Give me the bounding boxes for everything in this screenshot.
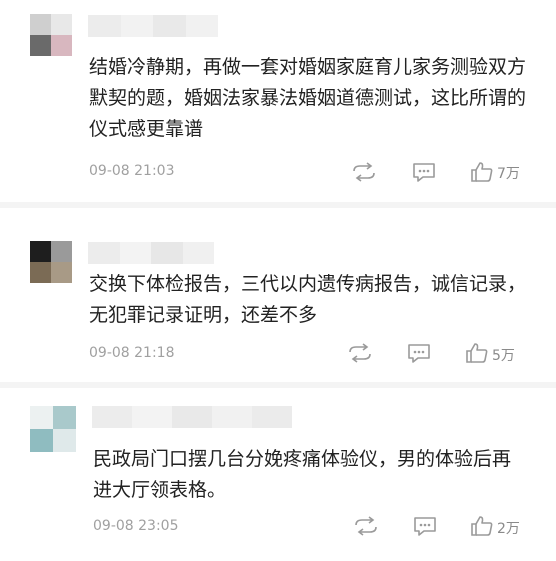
comment-item: 结婚冷静期，再做一套对婚姻家庭育儿家务测验双方默契的题，婚姻法家暴法婚姻道德测试… <box>0 0 556 200</box>
avatar[interactable] <box>30 241 72 283</box>
comment-icon[interactable] <box>412 162 436 183</box>
like-count: 5万 <box>492 348 515 364</box>
comment-text: 民政局门口摆几台分娩疼痛体验仪，男的体验后再进大厅领表格。 <box>93 448 512 501</box>
comment-item: 民政局门口摆几台分娩疼痛体验仪，男的体验后再进大厅领表格。 09-08 23:0… <box>0 388 556 561</box>
comment-item: 交换下体检报告，三代以内遗传病报告，诚信记录，无犯罪记录证明，还差不多 09-0… <box>0 208 556 380</box>
like-count: 2万 <box>497 521 520 537</box>
comment-timestamp: 09-08 21:18 <box>89 345 175 361</box>
username[interactable] <box>92 406 292 428</box>
thumbs-up-icon[interactable] <box>470 515 494 537</box>
thumbs-up-icon[interactable] <box>470 161 494 183</box>
comment-timestamp: 09-08 23:05 <box>93 518 179 534</box>
comment-icon[interactable] <box>413 516 437 537</box>
share-icon[interactable] <box>352 162 376 182</box>
comment-text: 交换下体检报告，三代以内遗传病报告，诚信记录，无犯罪记录证明，还差不多 <box>89 273 527 326</box>
comment-icon[interactable] <box>407 343 431 364</box>
comment-timestamp: 09-08 21:03 <box>89 163 175 179</box>
like-count: 7万 <box>497 166 520 182</box>
share-icon[interactable] <box>354 516 378 536</box>
thumbs-up-icon[interactable] <box>465 342 489 364</box>
username[interactable] <box>88 15 218 37</box>
avatar[interactable] <box>30 406 76 452</box>
share-icon[interactable] <box>348 343 372 363</box>
avatar[interactable] <box>30 14 72 56</box>
username[interactable] <box>88 242 214 264</box>
comment-text: 结婚冷静期，再做一套对婚姻家庭育儿家务测验双方默契的题，婚姻法家暴法婚姻道德测试… <box>89 56 527 140</box>
